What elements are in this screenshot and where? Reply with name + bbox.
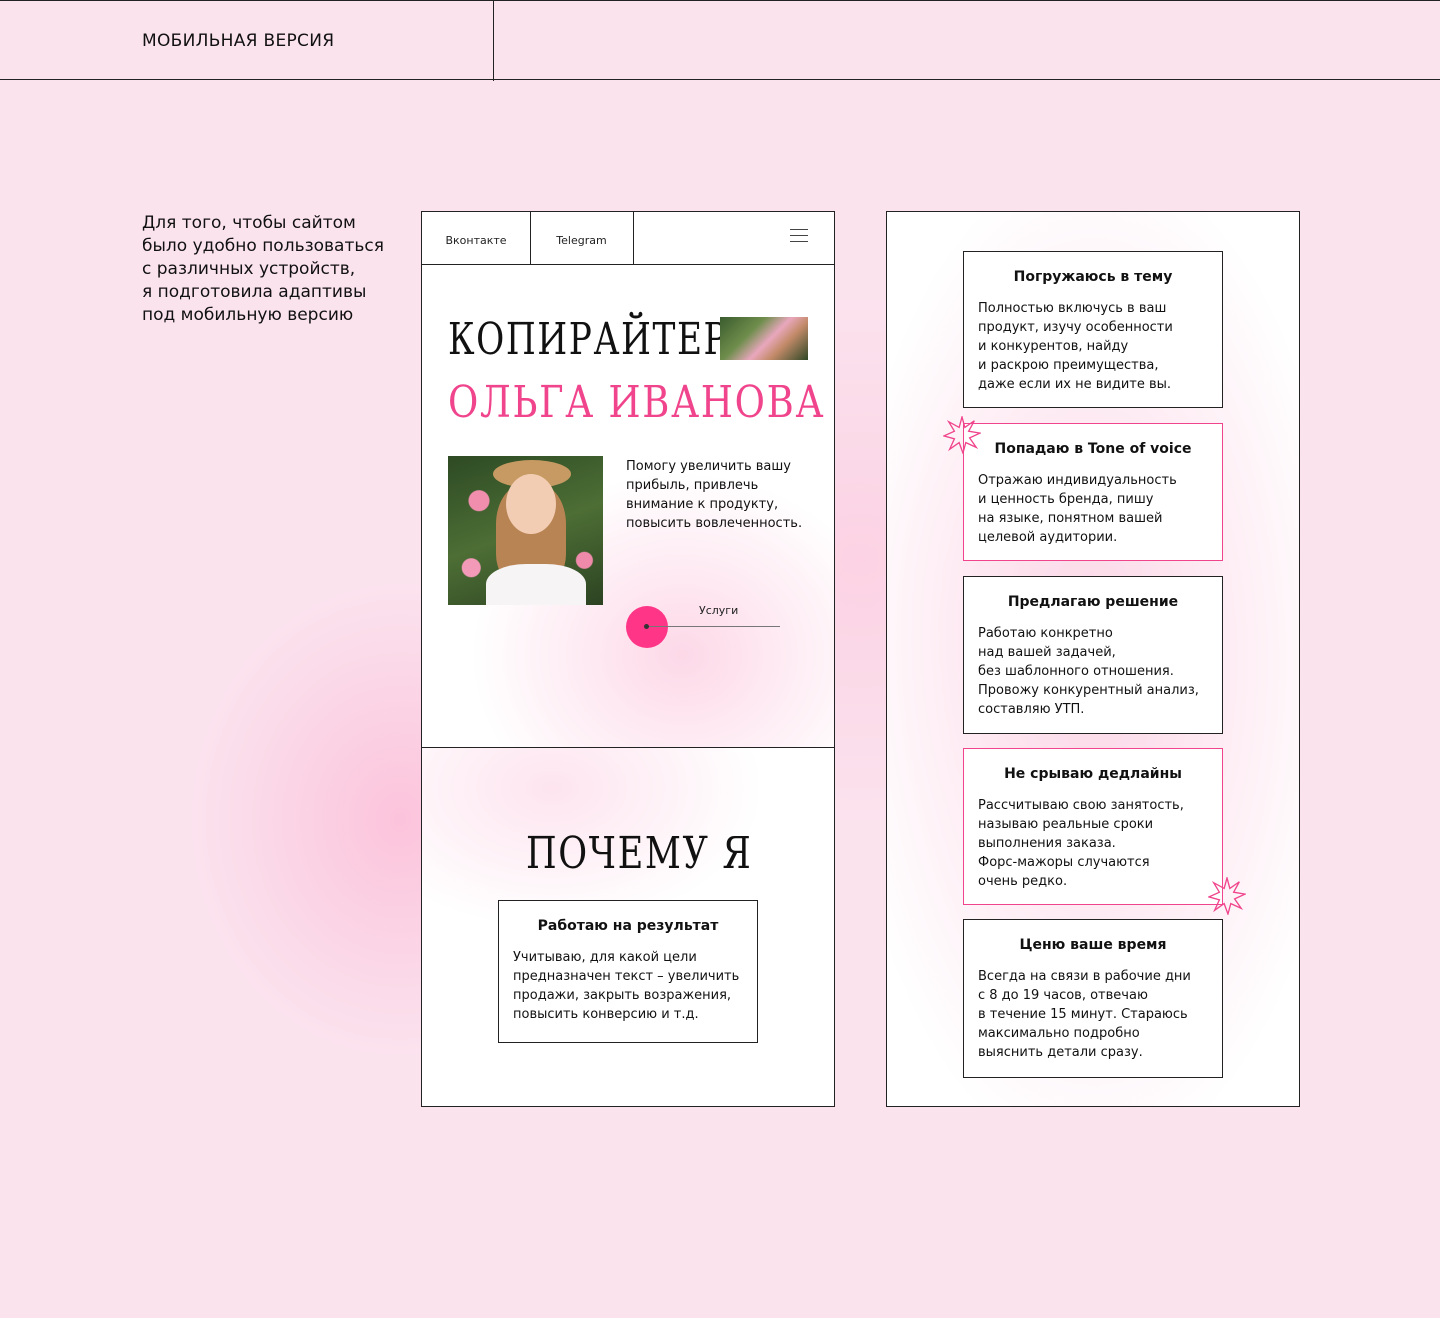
mobile-mockup-hero: Вконтакте Telegram КОПИРАЙТЕР ОЛЬГА ИВАН…	[421, 211, 835, 1107]
hero-description-line: прибыль, привлечь	[626, 478, 759, 493]
intro-line: Для того, чтобы сайтом	[142, 213, 356, 233]
starburst-icon	[1208, 877, 1246, 915]
feature-card-line: очень редко.	[978, 874, 1068, 889]
top-bar-divider	[493, 1, 494, 81]
hero-description-line: повысить вовлеченность.	[626, 516, 803, 531]
services-arrow-line	[647, 626, 780, 627]
feature-card-line: выполнения заказа.	[978, 836, 1116, 851]
feature-card: Погружаюсь в тему Полностью включусь в в…	[963, 251, 1223, 408]
feature-card-line: повысить конверсию и т.д.	[513, 1007, 699, 1022]
portrait-photo	[448, 456, 603, 605]
feature-card-line: без шаблонного отношения.	[978, 664, 1174, 679]
feature-card-line: Полностью включусь в ваш	[978, 301, 1167, 316]
feature-card-line: называю реальные сроки	[978, 817, 1154, 832]
starburst-icon	[943, 416, 981, 454]
intro-line: я подготовила адаптивы	[142, 282, 367, 302]
feature-card-line: Отражаю индивидуальность	[978, 473, 1177, 488]
feature-card: Ценю ваше время Всегда на связи в рабочи…	[963, 919, 1223, 1078]
feature-card-line: продажи, закрыть возражения,	[513, 988, 732, 1003]
feature-card-line: Работаю конкретно	[978, 626, 1113, 641]
feature-card-title: Предлагаю решение	[1007, 594, 1179, 610]
hero-title-copywriter: КОПИРАЙТЕР	[448, 314, 729, 365]
why-me-section: ПОЧЕМУ Я Работаю на результат Учитываю, …	[422, 748, 834, 1106]
feature-card-title: Работаю на результат	[537, 918, 719, 934]
feature-card-title: Попадаю в Tone of voice	[994, 441, 1192, 457]
hero-description: Помогу увеличить вашу прибыль, привлечь …	[626, 457, 816, 533]
feature-card-line: продукт, изучу особенности	[978, 320, 1173, 335]
feature-card-line: выяснить детали сразу.	[978, 1045, 1143, 1060]
feature-card-title: Не срываю дедлайны	[1004, 766, 1182, 782]
feature-card-line: и конкурентов, найду	[978, 339, 1129, 354]
hero-section: КОПИРАЙТЕР ОЛЬГА ИВАНОВА Помогу увеличит…	[422, 265, 834, 748]
feature-card-line: Учитываю, для какой цели	[513, 950, 697, 965]
section-title: МОБИЛЬНАЯ ВЕРСИЯ	[142, 31, 335, 51]
mobile-mockup-features: Погружаюсь в тему Полностью включусь в в…	[886, 211, 1300, 1107]
feature-card-line: Форс-мажоры случаются	[978, 855, 1150, 870]
feature-card-body: Рассчитываю свою занятость, называю реал…	[978, 796, 1184, 891]
feature-card-line: Рассчитываю свою занятость,	[978, 798, 1184, 813]
feature-card: Предлагаю решение Работаю конкретно над …	[963, 576, 1223, 734]
feature-card-body: Полностью включусь в ваш продукт, изучу …	[978, 299, 1173, 394]
intro-line: было удобно пользоваться	[142, 236, 384, 256]
feature-card-line: даже если их не видите вы.	[978, 377, 1172, 392]
arrow-dot-icon	[644, 624, 649, 629]
feature-card-line: на языке, понятном вашей	[978, 511, 1163, 526]
intro-text: Для того, чтобы сайтом было удобно польз…	[142, 212, 412, 327]
intro-line: с различных устройств,	[142, 259, 356, 279]
feature-card: Попадаю в Tone of voice Отражаю индивиду…	[963, 423, 1223, 561]
hero-description-line: Помогу увеличить вашу	[626, 459, 791, 474]
feature-card-line: в течение 15 минут. Стараюсь	[978, 1007, 1188, 1022]
hero-description-line: внимание к продукту,	[626, 497, 779, 512]
feature-card-body: Работаю конкретно над вашей задачей, без…	[978, 624, 1199, 719]
feature-card-line: целевой аудитории.	[978, 530, 1118, 545]
nav-link-vkontakte[interactable]: Вконтакте	[422, 212, 531, 264]
feature-card-title: Погружаюсь в тему	[1013, 269, 1173, 285]
why-me-title: ПОЧЕМУ Я	[526, 828, 753, 879]
feature-card-body: Учитываю, для какой цели предназначен те…	[513, 948, 739, 1024]
intro-line: под мобильную версию	[142, 305, 354, 325]
feature-card-body: Всегда на связи в рабочие дни с 8 до 19 …	[978, 967, 1191, 1062]
services-button-label[interactable]: Услуги	[699, 604, 738, 617]
feature-card: Не срываю дедлайны Рассчитываю свою заня…	[963, 748, 1223, 905]
top-bar: МОБИЛЬНАЯ ВЕРСИЯ	[0, 0, 1440, 81]
hero-title-name: ОЛЬГА ИВАНОВА	[448, 377, 826, 428]
feature-card-line: составляю УТП.	[978, 702, 1085, 717]
feature-card-line: Всегда на связи в рабочие дни	[978, 969, 1191, 984]
hero-thumbnail-photo	[720, 317, 808, 360]
feature-card-line: Провожу конкурентный анализ,	[978, 683, 1199, 698]
feature-card-title: Ценю ваше время	[1019, 937, 1167, 953]
feature-card-line: предназначен текст – увеличить	[513, 969, 740, 984]
feature-card-line: и ценность бренда, пишу	[978, 492, 1154, 507]
nav-link-telegram[interactable]: Telegram	[530, 212, 634, 264]
hamburger-menu-icon[interactable]	[790, 229, 808, 245]
feature-card: Работаю на результат Учитываю, для какой…	[498, 900, 758, 1043]
feature-card-line: максимально подробно	[978, 1026, 1140, 1041]
feature-card-line: над вашей задачей,	[978, 645, 1116, 660]
feature-card-line: с 8 до 19 часов, отвечаю	[978, 988, 1148, 1003]
feature-card-line: и раскрою преимущества,	[978, 358, 1159, 373]
mobile-nav: Вконтакте Telegram	[422, 212, 834, 265]
feature-card-body: Отражаю индивидуальность и ценность брен…	[978, 471, 1177, 547]
